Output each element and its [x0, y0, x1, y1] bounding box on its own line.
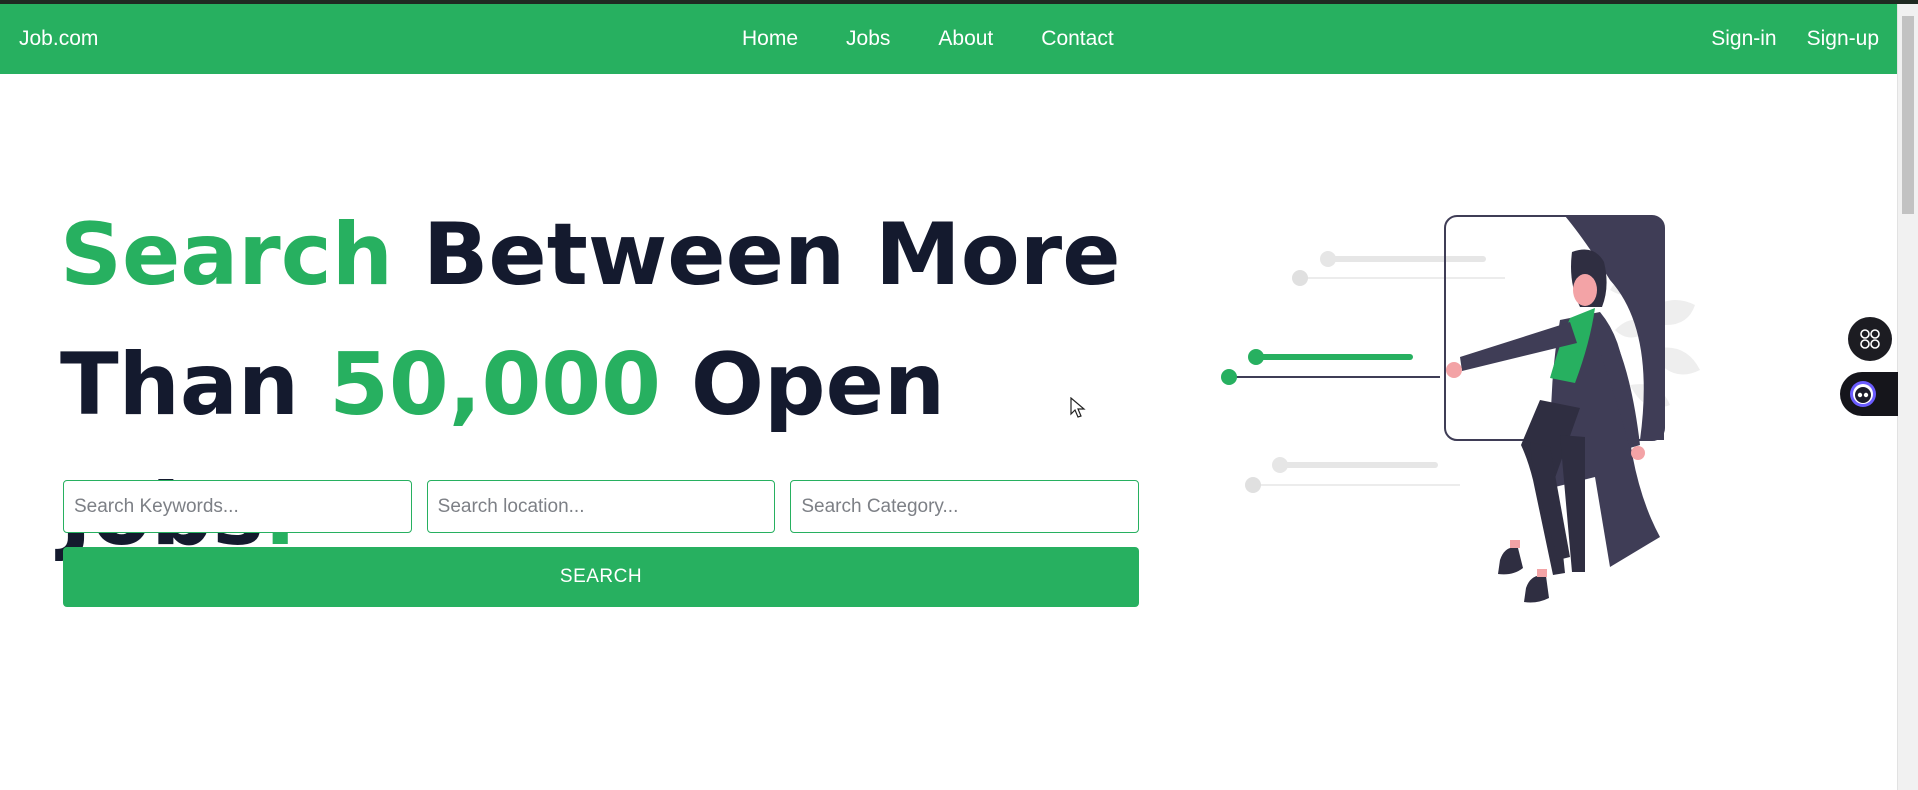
slider-lines-decoration: [1221, 251, 1505, 493]
hero-highlight-search: Search: [60, 205, 393, 305]
category-search-input[interactable]: [790, 480, 1140, 533]
hero-illustration: [1221, 215, 1700, 603]
hero-highlight-count: 50,000: [329, 335, 661, 435]
search-form: [63, 480, 1140, 533]
scrollbar-thumb[interactable]: [1902, 16, 1914, 214]
assistant-floating-button[interactable]: [1840, 372, 1898, 416]
top-navbar: Job.com Home Jobs About Contact Sign-in …: [0, 4, 1898, 74]
page-scrollbar[interactable]: [1897, 4, 1918, 790]
location-search-input[interactable]: [426, 480, 776, 533]
nav-link-jobs[interactable]: Jobs: [822, 4, 914, 74]
sign-in-link[interactable]: Sign-in: [1711, 4, 1776, 74]
apps-icon: [1860, 329, 1880, 349]
sign-up-link[interactable]: Sign-up: [1807, 4, 1879, 74]
nav-link-contact[interactable]: Contact: [1017, 4, 1137, 74]
search-button[interactable]: SEARCH: [63, 547, 1139, 607]
mouse-cursor-icon: [1070, 397, 1086, 418]
hero-line2-start: Than: [60, 335, 330, 435]
nav-link-home[interactable]: Home: [718, 4, 822, 74]
apps-floating-button[interactable]: [1848, 317, 1892, 361]
main-nav: Home Jobs About Contact: [718, 4, 1138, 74]
keywords-search-input[interactable]: [63, 480, 412, 533]
brand-logo-link[interactable]: Job.com: [19, 4, 98, 74]
nav-link-about[interactable]: About: [914, 4, 1017, 74]
auth-nav: Sign-in Sign-up: [1711, 4, 1879, 74]
hero-line1-text: Between More: [392, 205, 1121, 305]
assistant-icon: [1850, 381, 1876, 407]
